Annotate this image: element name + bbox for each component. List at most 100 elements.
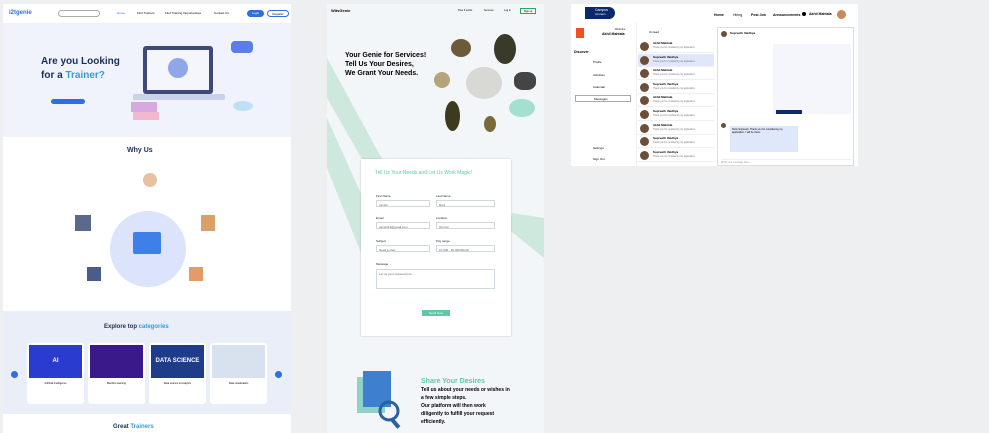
nav-find-trainers[interactable]: Find Trainers — [137, 12, 155, 15]
category-card[interactable]: AI Artificial Intelligence — [27, 343, 84, 404]
chat-name: Supreeth Vaidhya — [653, 136, 679, 141]
chat-panel: Supreeth Vaidhya Hello Supreeth, Thank y… — [717, 27, 854, 166]
photo-bubble — [445, 101, 460, 131]
great-trainers-section: Great Trainers — [3, 414, 291, 433]
category-card[interactable]: DATA SCIENCE Data science & Analytics — [149, 343, 206, 404]
campus-connect-page: Campus connect Home Hiring Post Job Anno… — [571, 4, 858, 166]
chat-name: Supreeth Vaidhya — [653, 81, 679, 86]
welcome-name: Akhil Mahtala — [602, 32, 625, 36]
sidebar-item-signout[interactable]: Sign Out — [593, 158, 605, 161]
nav-how[interactable]: How It works — [458, 9, 472, 13]
message-textarea[interactable]: Let us your request here ... — [376, 269, 495, 289]
chat-name: Akhil Mahtala — [653, 95, 673, 100]
avatar[interactable] — [837, 10, 846, 19]
hero-line-2: for a Trainer? — [41, 70, 105, 81]
i2tgenie-page: i2tgenie Home Find Trainers Find Trainin… — [3, 4, 291, 433]
nav-login[interactable]: Log in — [504, 9, 511, 13]
chat-list-item[interactable]: Akhil Mahtala Thank you for considering m… — [638, 67, 714, 81]
filter-unread[interactable]: Unread — [649, 31, 659, 34]
sidebar: Welcome Akhil Mahtala Discover Profile A… — [571, 23, 637, 166]
category-label: Artificial Intelligence — [44, 382, 67, 385]
chat-preview: Thank you for considering my application… — [653, 115, 696, 117]
nav-hiring[interactable]: Hiring — [733, 13, 742, 18]
avatar — [640, 42, 649, 51]
monitor-icon — [133, 232, 161, 254]
sidebar-item-profile[interactable]: Profile — [593, 61, 602, 64]
avatar — [721, 123, 726, 128]
categories-title: Explore top categories — [104, 324, 169, 330]
chat-name: Akhil Mahtala — [653, 41, 673, 45]
share-body: a few simple steps. — [421, 395, 467, 401]
sidebar-item-calendar[interactable]: Calendar — [593, 86, 605, 89]
photo-bubble — [509, 99, 535, 117]
logo[interactable]: WitsGenie — [331, 9, 351, 13]
photo-bubble — [484, 116, 496, 132]
photo-bubble — [434, 72, 450, 88]
chat-list-item[interactable]: Akhil Mahtala Thank you for considering m… — [638, 94, 714, 108]
witsgenie-page: WitsGenie How It works Services Log in S… — [327, 4, 544, 433]
document-illustration — [357, 371, 401, 429]
logo[interactable]: Campus connect — [585, 7, 615, 19]
subject-field[interactable]: Need a chef — [376, 245, 430, 252]
last-name-field[interactable]: Dani — [436, 200, 495, 207]
top-nav: i2tgenie Home Find Trainers Find Trainin… — [3, 4, 291, 24]
avatar — [640, 150, 649, 160]
location-field[interactable]: Ab.com — [436, 222, 495, 229]
bell-icon[interactable] — [802, 12, 806, 16]
hero-cta-button[interactable] — [51, 99, 85, 104]
chat-list-item[interactable]: Supreeth Vaidhya Thank you for considerin… — [638, 135, 714, 149]
pay-range-field[interactable]: 10,000 - 20,000/Month — [436, 245, 495, 252]
login-button[interactable]: Login — [247, 10, 264, 17]
logo[interactable]: i2tgenie — [9, 10, 32, 16]
chat-list-item[interactable]: Supreeth Vaidhya Thank you for considerin… — [638, 149, 714, 162]
search-input[interactable] — [58, 10, 100, 17]
send-now-button[interactable]: Send Now — [422, 310, 450, 316]
photo-bubble — [494, 34, 516, 64]
category-image: AI — [29, 345, 82, 378]
photo-bubble — [451, 39, 471, 57]
subject-label: Subject — [376, 239, 387, 243]
avatar — [640, 137, 649, 147]
prev-arrow-icon[interactable] — [11, 371, 18, 378]
nav-find-opps[interactable]: Find Training Opportunities — [165, 12, 201, 15]
sidebar-item-messages[interactable]: Messages — [575, 95, 631, 102]
sidebar-item-settings[interactable]: Settings — [593, 147, 604, 150]
sidebar-item-activities[interactable]: Activities — [593, 74, 605, 77]
photo-bubble — [466, 67, 502, 99]
category-image — [212, 345, 265, 378]
register-button[interactable]: Register — [267, 10, 289, 17]
chat-list-item[interactable]: Akhil Mahtala Thank you for considering m… — [638, 40, 714, 53]
nav-contact[interactable]: Contact Us — [214, 12, 229, 15]
hero-section: Are you Looking for a Trainer? — [3, 24, 291, 137]
user-name: Akhil Mahtala — [809, 12, 832, 16]
nav-postjob[interactable]: Post Job — [751, 13, 766, 18]
first-name-field[interactable]: vanshi — [376, 200, 430, 207]
chat-preview: Thank you for considering my application… — [653, 128, 696, 131]
person-illustration — [189, 267, 203, 281]
chat-preview: Thank you for considering my application… — [653, 142, 696, 145]
signup-button[interactable]: Sign up — [520, 8, 536, 14]
nav-announcements[interactable]: Announcements — [773, 13, 800, 18]
attachment-chip[interactable] — [776, 110, 802, 114]
email-field[interactable]: vanshi23@gmail.com — [376, 222, 430, 229]
why-us-title: Why Us — [127, 147, 153, 154]
last-name-label: Last Name — [436, 194, 451, 198]
hero-line-1: Are you Looking — [41, 56, 120, 67]
avatar — [640, 96, 649, 106]
nav-home[interactable]: Home — [714, 13, 724, 18]
person-illustration — [75, 215, 91, 231]
nav-home[interactable]: Home — [117, 12, 125, 15]
category-label: Data visualization — [228, 382, 249, 385]
chat-list-item[interactable]: Akhil Mahtala Thank you for considering m… — [638, 122, 714, 135]
chat-preview: Thank you for considering my application… — [653, 60, 696, 63]
chat-list-item[interactable]: Supreeth Vaidhya Thank you for considerin… — [638, 53, 714, 67]
category-card[interactable]: Machine learning — [88, 343, 145, 404]
reply-input[interactable]: Write your message here... — [721, 159, 851, 165]
category-label: Machine learning — [106, 382, 127, 385]
nav-services[interactable]: Services — [484, 9, 494, 13]
avatar — [640, 82, 649, 92]
category-card[interactable]: Data visualization — [210, 343, 267, 404]
chat-list-item[interactable]: Supreeth Vaidhya Thank you for considerin… — [638, 108, 714, 121]
chat-list-item[interactable]: Supreeth Vaidhya Thank you for considerin… — [638, 81, 714, 94]
next-arrow-icon[interactable] — [275, 371, 282, 378]
